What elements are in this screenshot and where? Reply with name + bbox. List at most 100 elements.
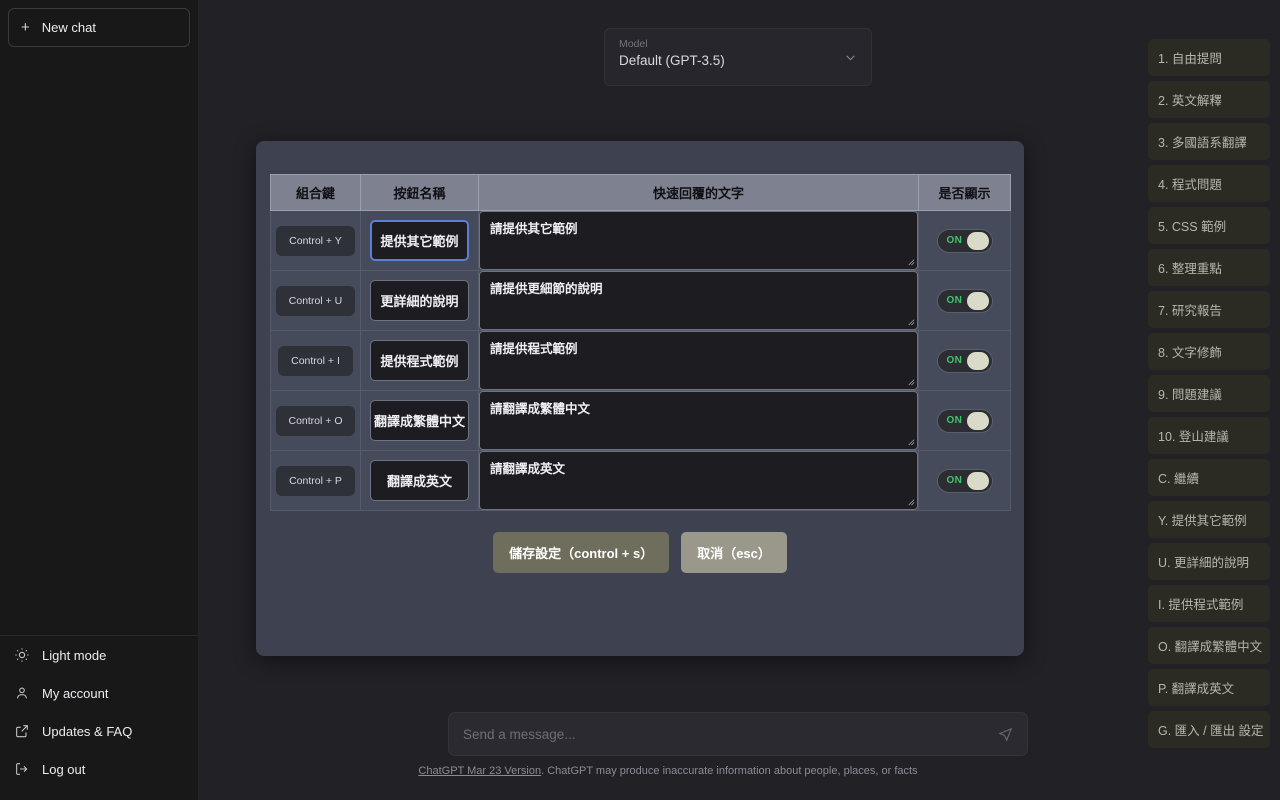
modal-action-bar: 儲存設定（control + s） 取消（esc） xyxy=(270,532,1010,573)
table-row: Control + P 請翻譯成英文 xyxy=(270,450,1011,511)
button-name-input[interactable] xyxy=(370,400,469,441)
hotkey-cell: Control + Y xyxy=(270,210,361,271)
model-selector[interactable]: Model Default (GPT-3.5) xyxy=(604,28,872,86)
column-header-hotkey: 組合鍵 xyxy=(270,174,361,211)
message-input[interactable]: Send a message... xyxy=(463,727,998,742)
hotkey-chip: Control + P xyxy=(276,465,355,496)
button-name-cell xyxy=(360,210,479,271)
quick-prompt-item[interactable]: P. 翻譯成英文 xyxy=(1148,669,1270,706)
quick-prompt-item[interactable]: Y. 提供其它範例 xyxy=(1148,501,1270,538)
sidebar-item-my-account[interactable]: My account xyxy=(0,674,198,712)
chevron-down-icon[interactable] xyxy=(844,51,857,64)
toggle-knob xyxy=(966,232,989,250)
visibility-toggle[interactable]: ON xyxy=(936,228,993,253)
quick-prompt-item[interactable]: 2. 英文解釋 xyxy=(1148,81,1270,118)
sidebar-conversation-list xyxy=(0,55,198,635)
button-name-input[interactable] xyxy=(370,280,469,321)
toggle-state-label: ON xyxy=(946,475,963,486)
visibility-cell: ON xyxy=(918,390,1011,451)
visibility-cell: ON xyxy=(918,270,1011,331)
button-name-input[interactable] xyxy=(370,460,469,501)
quick-prompt-item[interactable]: O. 翻譯成繁體中文 xyxy=(1148,627,1270,664)
quick-prompt-panel: 1. 自由提問 2. 英文解釋 3. 多國語系翻譯 4. 程式問題 5. CSS… xyxy=(1138,0,1280,800)
button-name-input[interactable] xyxy=(370,340,469,381)
visibility-cell: ON xyxy=(918,210,1011,271)
user-icon xyxy=(17,687,27,699)
toggle-knob xyxy=(966,352,989,370)
quick-prompt-item[interactable]: 3. 多國語系翻譯 xyxy=(1148,123,1270,160)
reply-text-cell: 請翻譯成英文 xyxy=(478,450,919,511)
toggle-knob xyxy=(966,472,989,490)
reply-text-input[interactable]: 請提供更細節的說明 xyxy=(479,271,918,330)
save-settings-button[interactable]: 儲存設定（control + s） xyxy=(493,532,670,573)
new-chat-button[interactable]: + New chat xyxy=(8,8,190,47)
sidebar-item-light-mode[interactable]: Light mode xyxy=(0,636,198,674)
hotkey-cell: Control + P xyxy=(270,450,361,511)
table-row: Control + U 請提供更細節的說明 xyxy=(270,270,1011,331)
quick-prompt-item[interactable]: 6. 整理重點 xyxy=(1148,249,1270,286)
toggle-state-label: ON xyxy=(946,415,963,426)
hotkey-chip: Control + Y xyxy=(276,225,355,256)
quick-prompt-item[interactable]: 10. 登山建議 xyxy=(1148,417,1270,454)
footer-disclaimer: ChatGPT Mar 23 Version. ChatGPT may prod… xyxy=(198,765,1138,777)
plus-icon: + xyxy=(21,19,30,36)
quick-prompt-item[interactable]: 5. CSS 範例 xyxy=(1148,207,1270,244)
quick-prompt-item[interactable]: U. 更詳細的說明 xyxy=(1148,543,1270,580)
quick-prompt-item[interactable]: 4. 程式問題 xyxy=(1148,165,1270,202)
button-name-input[interactable] xyxy=(370,220,469,261)
sun-icon xyxy=(15,648,29,662)
sidebar-item-label: Light mode xyxy=(42,647,107,663)
reply-text-input[interactable]: 請翻譯成繁體中文 xyxy=(479,391,918,450)
quick-prompt-item[interactable]: G. 匯入 / 匯出 設定 xyxy=(1148,711,1270,748)
sidebar-item-updates-faq[interactable]: Updates & FAQ xyxy=(0,712,198,750)
quick-prompt-item[interactable]: 9. 問題建議 xyxy=(1148,375,1270,412)
reply-text-cell: 請提供更細節的說明 xyxy=(478,270,919,331)
reply-text-input[interactable]: 請翻譯成英文 xyxy=(479,451,918,510)
disclaimer-text: . ChatGPT may produce inaccurate informa… xyxy=(541,765,918,777)
reply-text-input[interactable]: 請提供其它範例 xyxy=(479,211,918,270)
button-name-cell xyxy=(360,330,479,391)
button-name-cell xyxy=(360,390,479,451)
sidebar-item-log-out[interactable]: Log out xyxy=(0,750,198,788)
quick-prompt-item[interactable]: I. 提供程式範例 xyxy=(1148,585,1270,622)
reply-text-cell: 請提供其它範例 xyxy=(478,210,919,271)
logout-icon xyxy=(16,763,28,775)
toggle-state-label: ON xyxy=(946,355,963,366)
visibility-cell: ON xyxy=(918,330,1011,391)
quick-prompt-item[interactable]: 7. 研究報告 xyxy=(1148,291,1270,328)
left-sidebar: + New chat Light mode My account Updates… xyxy=(0,0,198,800)
visibility-cell: ON xyxy=(918,450,1011,511)
version-link[interactable]: ChatGPT Mar 23 Version xyxy=(418,765,541,777)
shortcut-settings-table: 組合鍵 按鈕名稱 快速回覆的文字 是否顯示 Control + Y 提供其它範例… xyxy=(270,174,1011,511)
cancel-button[interactable]: 取消（esc） xyxy=(681,532,787,573)
visibility-toggle[interactable]: ON xyxy=(936,348,993,373)
hotkey-chip: Control + I xyxy=(278,345,353,376)
external-link-icon xyxy=(16,725,28,738)
reply-text-cell: 請提供程式範例 xyxy=(478,330,919,391)
toggle-knob xyxy=(966,292,989,310)
app-root: + New chat Light mode My account Updates… xyxy=(0,0,1280,800)
message-composer[interactable]: Send a message... xyxy=(448,712,1028,756)
new-chat-label: New chat xyxy=(41,20,96,35)
visibility-toggle[interactable]: ON xyxy=(936,288,993,313)
table-row: Control + Y 請提供其它範例 xyxy=(270,210,1011,271)
sidebar-bottom-menu: Light mode My account Updates & FAQ Log … xyxy=(0,635,198,800)
sidebar-item-label: Updates & FAQ xyxy=(42,723,133,739)
reply-text-cell: 請翻譯成繁體中文 xyxy=(478,390,919,451)
visibility-toggle[interactable]: ON xyxy=(936,468,993,493)
column-header-button-name: 按鈕名稱 xyxy=(360,174,479,211)
quick-prompt-item[interactable]: 1. 自由提問 xyxy=(1148,39,1270,76)
quick-prompt-item[interactable]: 8. 文字修飾 xyxy=(1148,333,1270,370)
reply-text-input[interactable]: 請提供程式範例 xyxy=(479,331,918,390)
visibility-toggle[interactable]: ON xyxy=(936,408,993,433)
column-header-reply-text: 快速回覆的文字 xyxy=(478,174,919,211)
hotkey-cell: Control + U xyxy=(270,270,361,331)
hotkey-chip: Control + O xyxy=(275,405,356,436)
model-selector-label: Model xyxy=(619,38,648,50)
model-selector-value: Default (GPT-3.5) xyxy=(619,53,725,68)
table-header-row: 組合鍵 按鈕名稱 快速回覆的文字 是否顯示 xyxy=(270,174,1011,211)
quick-prompt-item[interactable]: C. 繼續 xyxy=(1148,459,1270,496)
column-header-visibility: 是否顯示 xyxy=(918,174,1011,211)
main-content: Model Default (GPT-3.5) 組合鍵 按鈕名稱 快速回覆的文字… xyxy=(198,0,1138,800)
send-icon[interactable] xyxy=(998,727,1013,742)
